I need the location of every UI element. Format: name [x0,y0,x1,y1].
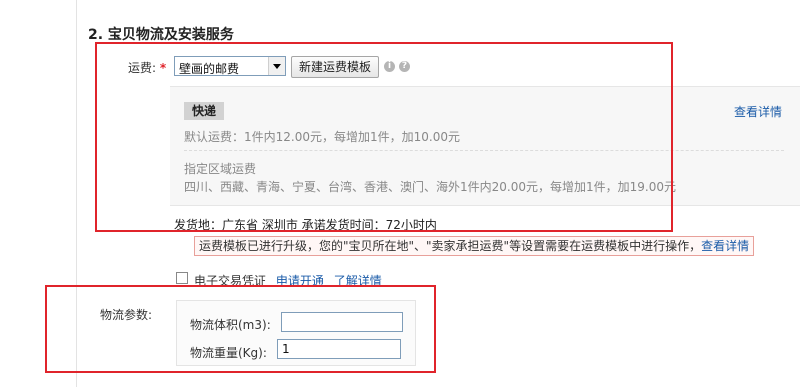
highlight-box-logistics [45,285,436,373]
highlight-box-shipping [95,42,673,232]
upgrade-notice-link[interactable]: 查看详情 [701,239,749,253]
e-receipt-checkbox[interactable] [176,272,188,284]
upgrade-notice-text: 运费模板已进行升级，您的"宝贝所在地"、"卖家承担运费"等设置需要在运费模板中进… [199,239,702,253]
view-details-link[interactable]: 查看详情 [734,103,782,120]
section-title: 2. 宝贝物流及安装服务 [88,27,234,43]
upgrade-notice: 运费模板已进行升级，您的"宝贝所在地"、"卖家承担运费"等设置需要在运费模板中进… [194,236,755,256]
